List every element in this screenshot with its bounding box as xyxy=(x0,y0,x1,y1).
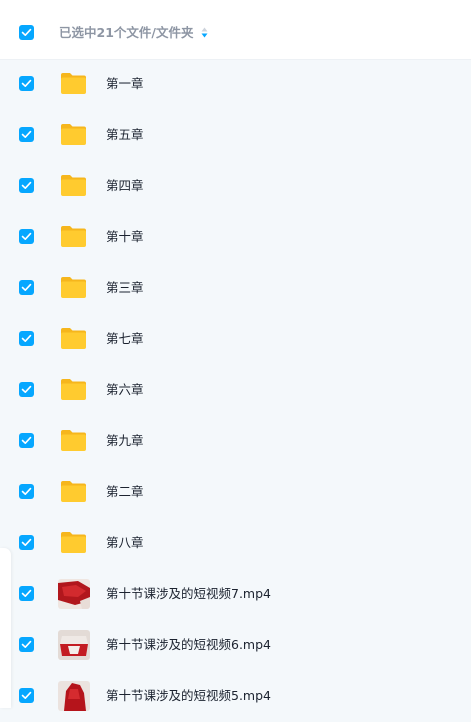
selection-count-label: 已选中21个文件/文件夹 xyxy=(59,25,208,41)
file-name[interactable]: 第九章 xyxy=(106,433,144,449)
file-row[interactable]: 第十节课涉及的短视频7.mp4 xyxy=(0,569,471,620)
checkmark-icon xyxy=(21,385,32,393)
video-thumbnail xyxy=(58,630,90,660)
row-checkbox[interactable] xyxy=(19,280,34,295)
file-name[interactable]: 第三章 xyxy=(106,280,144,296)
video-thumbnail xyxy=(58,681,90,711)
file-name[interactable]: 第十节课涉及的短视频6.mp4 xyxy=(106,637,271,653)
row-checkbox[interactable] xyxy=(19,637,34,652)
checkmark-icon xyxy=(21,232,32,240)
checkmark-icon xyxy=(21,487,32,495)
row-checkbox[interactable] xyxy=(19,127,34,142)
folder-icon xyxy=(61,481,86,502)
folder-icon xyxy=(61,277,86,298)
folder-row[interactable]: 第七章 xyxy=(0,314,471,365)
folder-row[interactable]: 第一章 xyxy=(0,59,471,110)
file-name[interactable]: 第十节课涉及的短视频5.mp4 xyxy=(106,688,271,704)
file-list-header: 已选中21个文件/文件夹 xyxy=(0,0,471,60)
row-checkbox[interactable] xyxy=(19,586,34,601)
file-row[interactable]: 第十节课涉及的短视频5.mp4 xyxy=(0,671,471,722)
checkmark-icon xyxy=(21,130,32,138)
checkmark-icon xyxy=(21,28,32,36)
video-thumbnail xyxy=(58,579,90,609)
checkmark-icon xyxy=(21,79,32,87)
folder-row[interactable]: 第二章 xyxy=(0,467,471,518)
file-name[interactable]: 第十章 xyxy=(106,229,144,245)
checkmark-icon xyxy=(21,538,32,546)
file-name[interactable]: 第一章 xyxy=(106,76,144,92)
file-name[interactable]: 第八章 xyxy=(106,535,144,551)
select-all-checkbox[interactable] xyxy=(19,25,34,40)
checkmark-icon xyxy=(21,640,32,648)
row-checkbox[interactable] xyxy=(19,535,34,550)
selection-count-text: 已选中21个文件/文件夹 xyxy=(59,25,194,40)
folder-icon xyxy=(61,430,86,451)
file-name[interactable]: 第四章 xyxy=(106,178,144,194)
folder-icon xyxy=(61,124,86,145)
checkmark-icon xyxy=(21,283,32,291)
checkmark-icon xyxy=(21,691,32,699)
folder-row[interactable]: 第十章 xyxy=(0,212,471,263)
file-name[interactable]: 第二章 xyxy=(106,484,144,500)
file-row[interactable]: 第十节课涉及的短视频6.mp4 xyxy=(0,620,471,671)
file-list: 第一章第五章第四章第十章第三章第七章第六章第九章第二章第八章第十节课涉及的短视频… xyxy=(0,59,471,722)
row-checkbox[interactable] xyxy=(19,178,34,193)
folder-icon xyxy=(61,328,86,349)
folder-icon xyxy=(61,379,86,400)
file-name[interactable]: 第七章 xyxy=(106,331,144,347)
folder-row[interactable]: 第八章 xyxy=(0,518,471,569)
folder-row[interactable]: 第六章 xyxy=(0,365,471,416)
checkmark-icon xyxy=(21,181,32,189)
file-name[interactable]: 第十节课涉及的短视频7.mp4 xyxy=(106,586,271,602)
checkmark-icon xyxy=(21,589,32,597)
row-checkbox[interactable] xyxy=(19,331,34,346)
folder-icon xyxy=(61,532,86,553)
row-checkbox[interactable] xyxy=(19,382,34,397)
checkmark-icon xyxy=(21,334,32,342)
folder-row[interactable]: 第九章 xyxy=(0,416,471,467)
folder-icon xyxy=(61,175,86,196)
side-panel-edge xyxy=(0,548,11,708)
checkmark-icon xyxy=(21,436,32,444)
row-checkbox[interactable] xyxy=(19,433,34,448)
folder-icon xyxy=(61,73,86,94)
folder-row[interactable]: 第四章 xyxy=(0,161,471,212)
sort-order-icon[interactable] xyxy=(201,27,208,38)
row-checkbox[interactable] xyxy=(19,76,34,91)
file-name[interactable]: 第五章 xyxy=(106,127,144,143)
row-checkbox[interactable] xyxy=(19,484,34,499)
folder-row[interactable]: 第五章 xyxy=(0,110,471,161)
file-name[interactable]: 第六章 xyxy=(106,382,144,398)
row-checkbox[interactable] xyxy=(19,229,34,244)
folder-row[interactable]: 第三章 xyxy=(0,263,471,314)
folder-icon xyxy=(61,226,86,247)
row-checkbox[interactable] xyxy=(19,688,34,703)
